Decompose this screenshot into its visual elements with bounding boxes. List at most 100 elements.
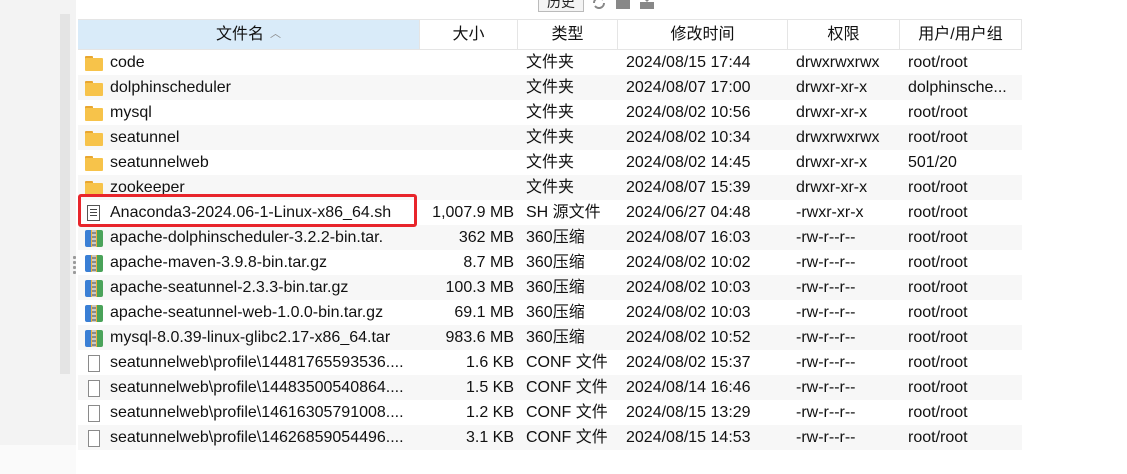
file-row[interactable]: seatunnelweb\profile\14616305791008.... 1…: [78, 400, 1022, 425]
file-permissions: drwxr-xr-x: [796, 154, 868, 171]
file-permissions: -rw-r--r--: [796, 354, 856, 371]
file-icon: [84, 379, 104, 397]
file-size: 3.1 KB: [465, 429, 514, 446]
file-name-cell[interactable]: apache-dolphinscheduler-3.2.2-bin.tar.: [78, 225, 420, 250]
file-type: 文件夹: [526, 129, 575, 146]
file-type: 文件夹: [526, 79, 575, 96]
file-name: dolphinscheduler: [110, 79, 231, 96]
file-name: Anaconda3-2024.06-1-Linux-x86_64.sh: [110, 204, 392, 221]
file-modified: 2024/08/07 15:39: [626, 179, 751, 196]
file-row[interactable]: apache-dolphinscheduler-3.2.2-bin.tar. 36…: [78, 225, 1022, 250]
file-owner: root/root: [908, 379, 968, 396]
navigation-pane-scrollbar[interactable]: [60, 14, 70, 374]
file-owner: root/root: [908, 179, 968, 196]
file-name-cell[interactable]: zookeeper: [78, 175, 420, 200]
file-permissions: -rw-r--r--: [796, 254, 856, 271]
column-header-owner[interactable]: 用户/用户组: [900, 20, 1022, 49]
column-header-modified[interactable]: 修改时间: [618, 20, 788, 49]
column-header-permissions[interactable]: 权限: [788, 20, 900, 49]
file-row[interactable]: seatunnelweb\profile\14483500540864.... 1…: [78, 375, 1022, 400]
file-modified: 2024/06/27 04:48: [626, 204, 751, 221]
file-owner: root/root: [908, 404, 968, 421]
file-modified: 2024/08/02 10:03: [626, 304, 751, 321]
file-name-cell[interactable]: seatunnel: [78, 125, 420, 150]
file-name-cell[interactable]: apache-seatunnel-web-1.0.0-bin.tar.gz: [78, 300, 420, 325]
file-name-cell[interactable]: mysql-8.0.39-linux-glibc2.17-x86_64.tar: [78, 325, 420, 350]
file-size: 1.2 KB: [465, 404, 514, 421]
file-owner: root/root: [908, 304, 968, 321]
file-permissions: -rw-r--r--: [796, 229, 856, 246]
file-name: zookeeper: [110, 179, 185, 196]
file-type: CONF 文件: [526, 354, 608, 371]
file-owner: root/root: [908, 229, 968, 246]
file-permissions: drwxrwxrwx: [796, 54, 880, 71]
file-modified: 2024/08/02 15:37: [626, 354, 751, 371]
file-name: seatunnel: [110, 129, 180, 146]
file-modified: 2024/08/02 14:45: [626, 154, 751, 171]
column-header-name[interactable]: 文件名 ︿: [78, 20, 420, 49]
file-size: 8.7 MB: [463, 254, 514, 271]
archive-icon: [84, 254, 104, 272]
column-header-size[interactable]: 大小: [420, 20, 518, 49]
file-row[interactable]: mysql-8.0.39-linux-glibc2.17-x86_64.tar 9…: [78, 325, 1022, 350]
file-type: 文件夹: [526, 104, 575, 121]
file-row[interactable]: apache-maven-3.9.8-bin.tar.gz 8.7 MB 360压缩…: [78, 250, 1022, 275]
file-row[interactable]: code 文件夹 2024/08/15 17:44 drwxrwxrwx root/ro…: [78, 50, 1022, 75]
file-name-cell[interactable]: apache-maven-3.9.8-bin.tar.gz: [78, 250, 420, 275]
script-file-icon: [84, 204, 104, 222]
file-size: 1,007.9 MB: [432, 204, 514, 221]
file-modified: 2024/08/07 17:00: [626, 79, 751, 96]
file-name-cell[interactable]: seatunnelweb\profile\14616305791008....: [78, 400, 420, 425]
file-name-cell[interactable]: apache-seatunnel-2.3.3-bin.tar.gz: [78, 275, 420, 300]
file-icon: [84, 354, 104, 372]
file-name-cell[interactable]: seatunnelweb: [78, 150, 420, 175]
upload-icon[interactable]: [614, 0, 632, 10]
file-name-cell[interactable]: mysql: [78, 100, 420, 125]
history-button[interactable]: 历史: [538, 0, 584, 12]
pane-splitter-handle[interactable]: [73, 254, 77, 276]
file-owner: 501/20: [908, 154, 957, 171]
file-size: 1.5 KB: [465, 379, 514, 396]
file-row[interactable]: zookeeper 文件夹 2024/08/07 15:39 drwxr-xr-x ro…: [78, 175, 1022, 200]
file-type: 360压缩: [526, 254, 585, 271]
file-modified: 2024/08/14 16:46: [626, 379, 751, 396]
file-list-body: code 文件夹 2024/08/15 17:44 drwxrwxrwx root/ro…: [78, 50, 1022, 450]
folder-icon: [84, 54, 104, 72]
folder-icon: [84, 179, 104, 197]
file-name-cell[interactable]: dolphinscheduler: [78, 75, 420, 100]
file-type: CONF 文件: [526, 404, 608, 421]
file-name: apache-dolphinscheduler-3.2.2-bin.tar.: [110, 229, 384, 246]
file-row[interactable]: dolphinscheduler 文件夹 2024/08/07 17:00 drwxr…: [78, 75, 1022, 100]
file-row[interactable]: apache-seatunnel-web-1.0.0-bin.tar.gz 69.…: [78, 300, 1022, 325]
file-name-cell[interactable]: code: [78, 50, 420, 75]
archive-icon: [84, 304, 104, 322]
file-row[interactable]: mysql 文件夹 2024/08/02 10:56 drwxr-xr-x root/r…: [78, 100, 1022, 125]
folder-icon: [84, 129, 104, 147]
file-modified: 2024/08/02 10:56: [626, 104, 751, 121]
file-row[interactable]: seatunnelweb 文件夹 2024/08/02 14:45 drwxr-xr-…: [78, 150, 1022, 175]
file-row[interactable]: Anaconda3-2024.06-1-Linux-x86_64.sh 1,007…: [78, 200, 1022, 225]
file-name-cell[interactable]: seatunnelweb\profile\14481765593536....: [78, 350, 420, 375]
file-permissions: -rw-r--r--: [796, 379, 856, 396]
file-name-cell[interactable]: seatunnelweb\profile\14626859054496....: [78, 425, 420, 450]
file-type: 文件夹: [526, 154, 575, 171]
file-row[interactable]: seatunnelweb\profile\14626859054496.... 3…: [78, 425, 1022, 450]
folder-icon: [84, 79, 104, 97]
sort-ascending-icon: ︿: [270, 28, 281, 40]
refresh-icon[interactable]: [590, 0, 608, 10]
file-name-cell[interactable]: seatunnelweb\profile\14483500540864....: [78, 375, 420, 400]
file-modified: 2024/08/15 14:53: [626, 429, 751, 446]
file-type: 360压缩: [526, 279, 585, 296]
file-list-header: 文件名 ︿ 大小 类型 修改时间 权限 用户/用户组: [78, 19, 1022, 50]
file-row[interactable]: seatunnelweb\profile\14481765593536.... 1…: [78, 350, 1022, 375]
file-row[interactable]: seatunnel 文件夹 2024/08/02 10:34 drwxrwxrwx ro…: [78, 125, 1022, 150]
column-header-type[interactable]: 类型: [518, 20, 618, 49]
file-name: mysql-8.0.39-linux-glibc2.17-x86_64.tar: [110, 329, 391, 346]
file-type: 文件夹: [526, 179, 575, 196]
file-type: CONF 文件: [526, 429, 608, 446]
file-name-cell[interactable]: Anaconda3-2024.06-1-Linux-x86_64.sh: [78, 200, 420, 225]
archive-icon: [84, 279, 104, 297]
download-icon[interactable]: [638, 0, 656, 10]
file-permissions: -rw-r--r--: [796, 329, 856, 346]
file-row[interactable]: apache-seatunnel-2.3.3-bin.tar.gz 100.3 M…: [78, 275, 1022, 300]
